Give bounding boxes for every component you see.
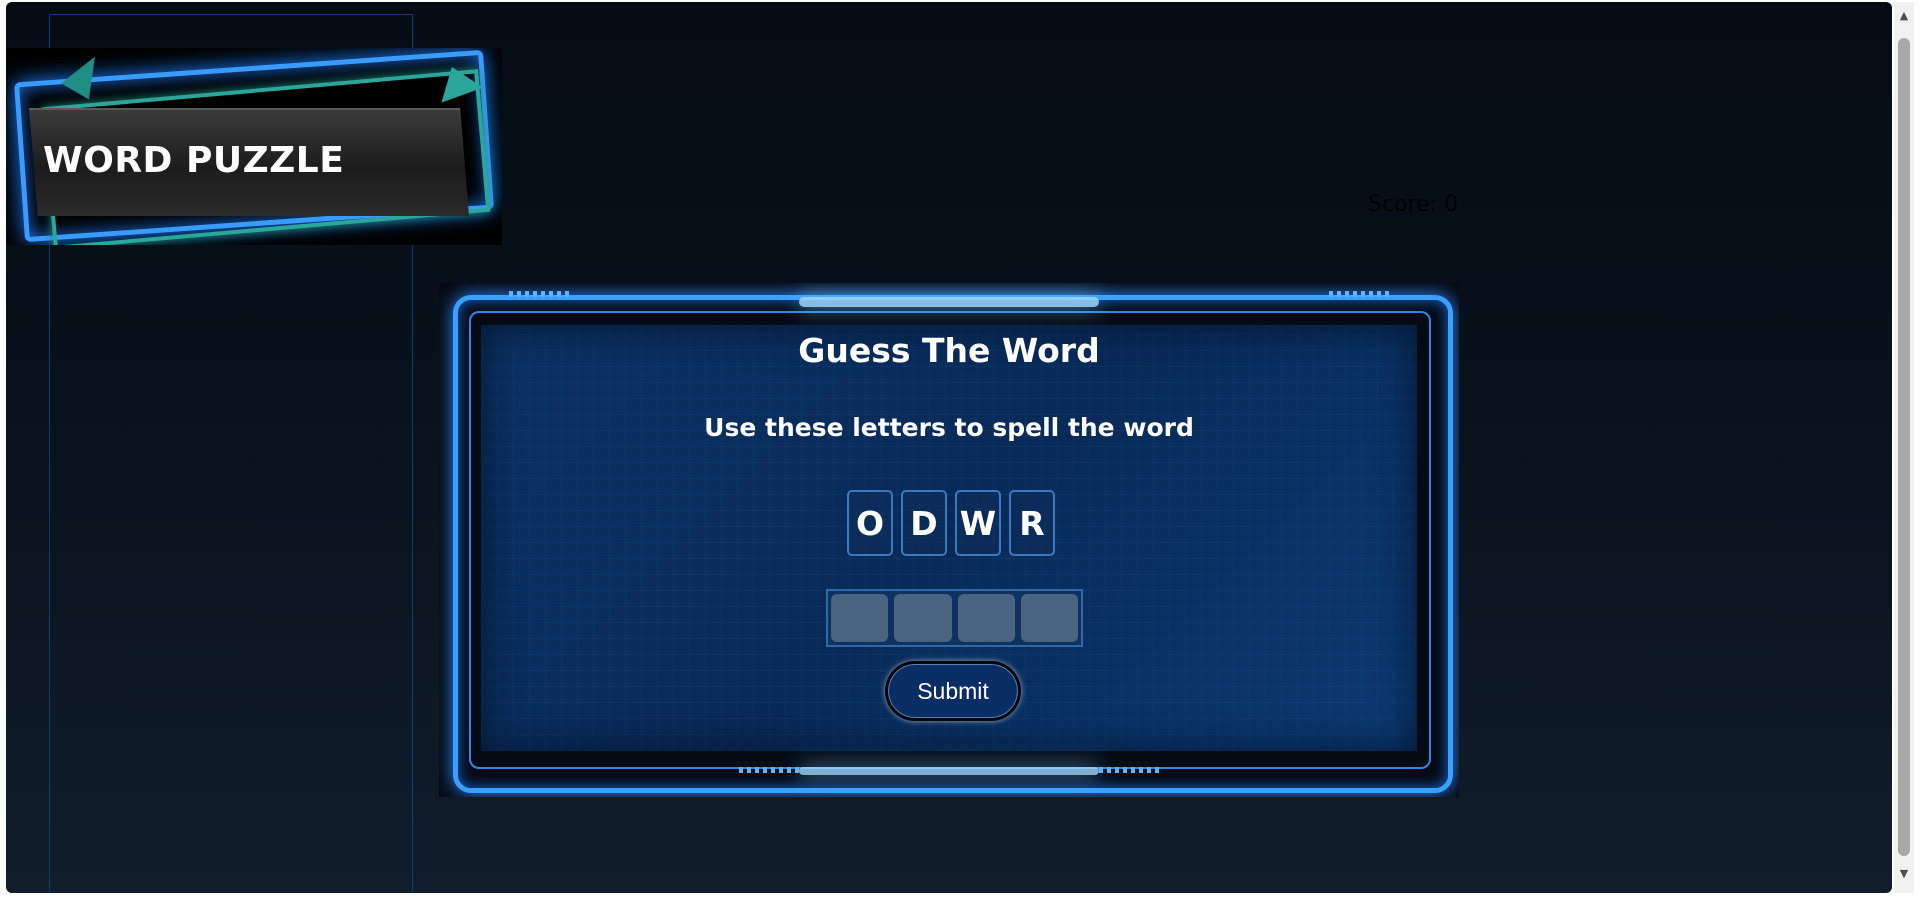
answer-slots <box>826 589 1083 647</box>
answer-slot[interactable] <box>831 594 889 642</box>
letter-tile[interactable]: W <box>955 490 1001 556</box>
game-viewport: WORD PUZZLE Score: 0 Guess The Word Use … <box>6 2 1892 893</box>
letter-tiles: O D W R <box>847 490 1055 556</box>
scroll-down-icon[interactable]: ▼ <box>1898 868 1910 880</box>
panel-top-glow <box>799 297 1099 307</box>
logo-banner: WORD PUZZLE <box>7 48 502 245</box>
panel-bottom-glow <box>799 767 1099 775</box>
submit-button[interactable]: Submit <box>885 661 1021 721</box>
panel-tick-marks <box>1329 291 1389 297</box>
panel-tick-marks <box>509 291 569 297</box>
game-instructions: Use these letters to spell the word <box>704 413 1194 442</box>
scrollbar-thumb[interactable] <box>1898 38 1910 856</box>
answer-slot[interactable] <box>1020 594 1078 642</box>
logo-title: WORD PUZZLE <box>43 140 345 181</box>
game-panel: Guess The Word Use these letters to spel… <box>439 283 1459 797</box>
scroll-up-icon[interactable]: ▲ <box>1898 10 1910 22</box>
letter-tile[interactable]: O <box>847 490 893 556</box>
panel-tick-marks <box>1099 767 1159 773</box>
panel-tick-marks <box>739 767 799 773</box>
vertical-scrollbar[interactable]: ▲ ▼ <box>1894 2 1914 893</box>
answer-slot[interactable] <box>957 594 1015 642</box>
answer-slot[interactable] <box>894 594 952 642</box>
letter-tile[interactable]: D <box>901 490 947 556</box>
game-title: Guess The Word <box>798 331 1100 370</box>
letter-tile[interactable]: R <box>1009 490 1055 556</box>
score-display: Score: 0 <box>1368 192 1459 217</box>
